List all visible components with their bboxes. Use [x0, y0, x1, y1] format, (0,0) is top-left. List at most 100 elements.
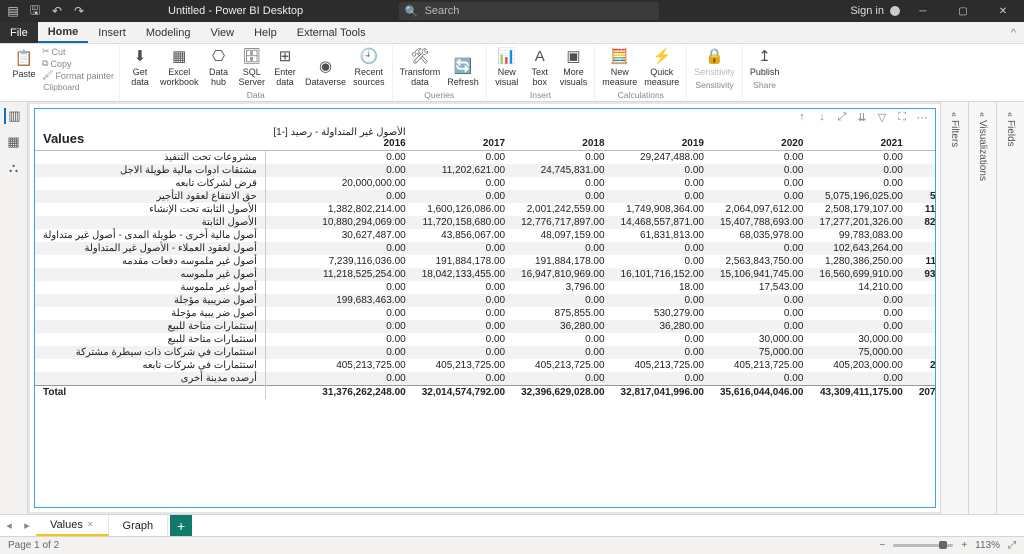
sql-button[interactable]: 🗄SQL Server: [237, 46, 268, 89]
paste-button[interactable]: 📋Paste: [9, 48, 39, 81]
cut-button[interactable]: ✂ Cut: [42, 46, 114, 57]
cell: 0.00: [513, 242, 612, 255]
avatar-icon[interactable]: [890, 6, 900, 16]
year-header[interactable]: 2017: [414, 126, 513, 151]
matrix-title: Values: [35, 126, 265, 151]
drillup-icon[interactable]: ↑: [795, 111, 809, 124]
close-icon[interactable]: ✕: [87, 520, 94, 529]
hierarchy-icon[interactable]: ⇊: [855, 111, 869, 124]
maximize-button[interactable]: ▢: [946, 0, 980, 22]
excel-button[interactable]: ▦Excel workbook: [158, 46, 201, 89]
search-icon: 🔍: [405, 5, 419, 18]
save-icon[interactable]: 🖫: [26, 2, 44, 20]
page-tab-values[interactable]: Values✕: [36, 515, 109, 536]
textbox-button[interactable]: AText box: [525, 46, 555, 89]
row-label: أصول مالية أخرى - طويلة المدى - أصول غير…: [35, 229, 265, 242]
matrix-scroll[interactable]: Valuesالأصول غير المتداولة - رصيد [-1]20…: [35, 126, 935, 507]
cell: 0.00: [414, 242, 513, 255]
tab-external[interactable]: External Tools: [287, 22, 376, 43]
focus-icon[interactable]: ⛶: [895, 111, 909, 124]
new-visual-button[interactable]: 📊New visual: [492, 46, 522, 89]
tab-insert[interactable]: Insert: [88, 22, 136, 43]
copy-button[interactable]: ⧉ Copy: [42, 58, 114, 69]
page-next-icon[interactable]: ▸: [18, 515, 36, 536]
row-total: 20,000,000.00: [911, 177, 935, 190]
cell: 11,218,525,254.00: [265, 268, 413, 281]
cell: 30,000.00: [811, 333, 910, 346]
year-header[interactable]: 2021: [811, 126, 910, 151]
redo-icon[interactable]: ↷: [70, 2, 88, 20]
recent-sources-button[interactable]: 🕘Recent sources: [351, 46, 387, 89]
add-page-button[interactable]: +: [170, 515, 192, 536]
zoom-in-icon[interactable]: +: [961, 540, 967, 551]
zoom-out-icon[interactable]: −: [879, 540, 885, 551]
format-painter-button[interactable]: 🖌 Format painter: [42, 70, 114, 81]
cell: 102,643,264.00: [811, 242, 910, 255]
dataverse-button[interactable]: ◉Dataverse: [303, 56, 348, 89]
col-total: 43,309,411,175.00: [811, 386, 910, 400]
tab-help[interactable]: Help: [244, 22, 287, 43]
tab-modeling[interactable]: Modeling: [136, 22, 201, 43]
ribbon-collapse-icon[interactable]: ^: [1003, 27, 1024, 39]
data-view-icon[interactable]: ▦: [4, 134, 24, 150]
cell: 1,749,908,364.00: [613, 203, 712, 216]
report-view-icon[interactable]: ▥: [4, 108, 24, 124]
matrix-visual[interactable]: ↑ ↓ ⤢ ⇊ ▽ ⛶ ⋯ Valuesالأصول غير المتداولة…: [34, 108, 936, 508]
minimize-button[interactable]: ─: [906, 0, 940, 22]
enter-data-button[interactable]: ⊞Enter data: [270, 46, 300, 89]
excel-icon: ▦: [169, 47, 189, 67]
filter-icon[interactable]: ▽: [875, 111, 889, 124]
cell: 0.00: [613, 164, 712, 177]
more-icon[interactable]: ⋯: [915, 111, 929, 124]
drilldown-icon[interactable]: ↓: [815, 111, 829, 124]
cell: 0.00: [811, 294, 910, 307]
search-box[interactable]: 🔍 Search: [399, 2, 659, 20]
fit-page-icon[interactable]: ⤢: [1008, 540, 1016, 551]
cell: 0.00: [613, 333, 712, 346]
undo-icon[interactable]: ↶: [48, 2, 66, 20]
row-label: مشتقات ادوات مالية طويلة الاجل: [35, 164, 265, 177]
more-visuals-button[interactable]: ▣More visuals: [558, 46, 590, 89]
page-indicator: Page 1 of 2: [8, 540, 59, 551]
tab-home[interactable]: Home: [38, 22, 89, 43]
cell: 0.00: [414, 281, 513, 294]
close-button[interactable]: ✕: [986, 0, 1020, 22]
page-tab-graph[interactable]: Graph: [109, 515, 169, 536]
row-total: 11,306,355,922.00: [911, 203, 935, 216]
get-data-button[interactable]: ⬇Get data: [125, 46, 155, 89]
tab-file[interactable]: File: [0, 22, 38, 43]
zoom-slider[interactable]: [893, 544, 953, 547]
sensitivity-button[interactable]: 🔒Sensitivity: [692, 46, 737, 79]
row-total: 1,406,134.00: [911, 307, 935, 320]
fields-pane[interactable]: «Fields: [1005, 108, 1016, 151]
refresh-button[interactable]: 🔄Refresh: [445, 56, 481, 89]
filters-pane[interactable]: «Filters: [949, 108, 960, 151]
datahub-button[interactable]: ⎔Data hub: [204, 46, 234, 89]
grand-total: 207,529,963,285.00: [911, 386, 935, 400]
visualizations-pane[interactable]: «Visualizations: [977, 108, 988, 185]
expand-icon[interactable]: ⤢: [835, 111, 849, 124]
tab-view[interactable]: View: [200, 22, 244, 43]
group-calc: 🧮New measure ⚡Quick measure Calculations: [595, 46, 687, 101]
table-row: أصول ضر يبية مؤجلة0.000.00875,855.00530,…: [35, 307, 935, 320]
cell: 18.00: [613, 281, 712, 294]
model-view-icon[interactable]: ⛬: [4, 160, 24, 176]
page-prev-icon[interactable]: ◂: [0, 515, 18, 536]
year-header[interactable]: 2019: [613, 126, 712, 151]
publish-button[interactable]: ↥Publish: [748, 46, 782, 79]
signin-label[interactable]: Sign in: [850, 5, 884, 17]
collapsed-panes: «Filters: [940, 102, 968, 514]
year-header[interactable]: 2018: [513, 126, 612, 151]
cell: 405,213,725.00: [414, 359, 513, 372]
table-row: أرصده مدينة أخرى0.000.000.000.000.000.00…: [35, 372, 935, 386]
new-measure-icon: 🧮: [610, 47, 630, 67]
cell: 405,213,725.00: [712, 359, 811, 372]
cell: 0.00: [613, 242, 712, 255]
table-row: حق الانتفاع لعقود التأجير0.000.000.000.0…: [35, 190, 935, 203]
quick-measure-button[interactable]: ⚡Quick measure: [642, 46, 681, 89]
report-canvas[interactable]: ↑ ↓ ⤢ ⇊ ▽ ⛶ ⋯ Valuesالأصول غير المتداولة…: [30, 104, 940, 512]
cell: 7,239,116,036.00: [265, 255, 413, 268]
new-measure-button[interactable]: 🧮New measure: [600, 46, 639, 89]
year-header[interactable]: 2020: [712, 126, 811, 151]
transform-button[interactable]: 🛠Transform data: [398, 46, 443, 89]
